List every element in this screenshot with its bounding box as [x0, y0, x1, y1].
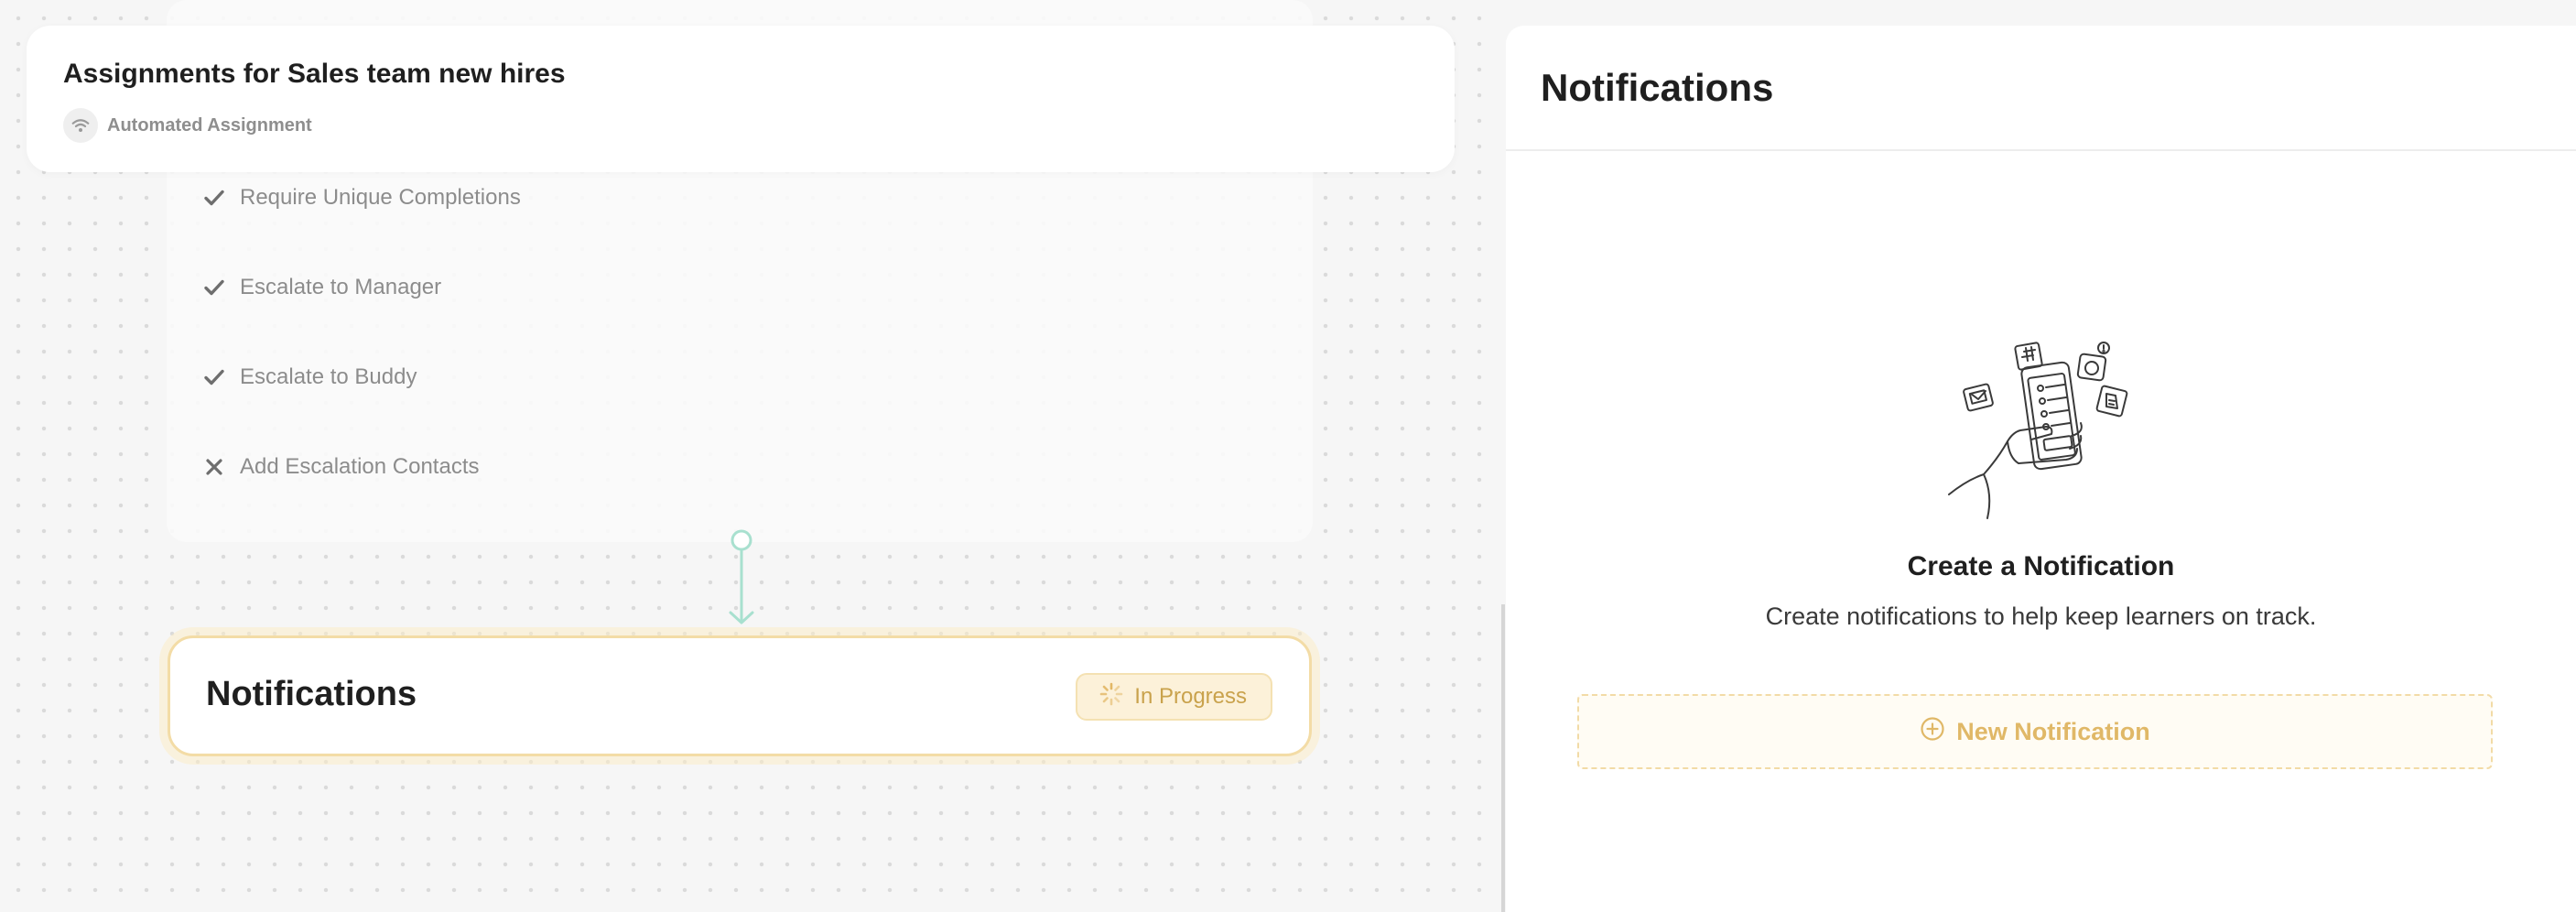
assignment-title: Assignments for Sales team new hires: [63, 59, 566, 89]
hand-holding-phone-illustration: [1948, 342, 2128, 519]
assignment-type-label: Automated Assignment: [107, 114, 312, 136]
x-icon: [203, 456, 225, 478]
plus-circle-icon: [1920, 716, 1945, 748]
step-escalate-to-manager: Escalate to Manager: [203, 275, 441, 300]
panel-title: Notifications: [1541, 66, 1774, 109]
notifications-step-node[interactable]: Notifications In Progress: [168, 635, 1312, 756]
new-notification-label: New Notification: [1956, 717, 2150, 745]
step-label: Escalate to Manager: [240, 275, 442, 299]
check-icon: [203, 277, 225, 299]
step-escalate-to-buddy: Escalate to Buddy: [203, 364, 417, 390]
status-label: In Progress: [1134, 684, 1247, 709]
wifi-icon: [63, 108, 98, 143]
notifications-panel: Notifications Create a Notification Crea…: [1506, 26, 2576, 912]
step-label: Add Escalation Contacts: [240, 454, 480, 479]
panel-header: Notifications: [1506, 26, 2576, 151]
empty-state-description: Create notifications to help keep learne…: [1765, 603, 2317, 630]
status-badge: In Progress: [1076, 673, 1272, 721]
new-notification-button[interactable]: New Notification: [1577, 694, 2493, 769]
workflow-canvas[interactable]: Require Unique Completions Escalate to M…: [0, 0, 1501, 912]
check-icon: [203, 366, 225, 388]
step-label: Escalate to Buddy: [240, 364, 417, 389]
step-add-escalation-contacts: Add Escalation Contacts: [203, 454, 479, 480]
spinner-icon: [1099, 682, 1123, 712]
check-icon: [203, 187, 225, 209]
empty-state-title: Create a Notification: [1907, 551, 2175, 581]
assignment-header-card[interactable]: Assignments for Sales team new hires Aut…: [27, 26, 1455, 172]
assignment-type: Automated Assignment: [63, 108, 312, 143]
step-require-unique-completions: Require Unique Completions: [203, 185, 521, 211]
notifications-node-title: Notifications: [206, 675, 417, 713]
step-label: Require Unique Completions: [240, 185, 521, 210]
flow-connector-arrow: [729, 529, 754, 624]
panel-scrollbar[interactable]: [1501, 604, 1505, 912]
